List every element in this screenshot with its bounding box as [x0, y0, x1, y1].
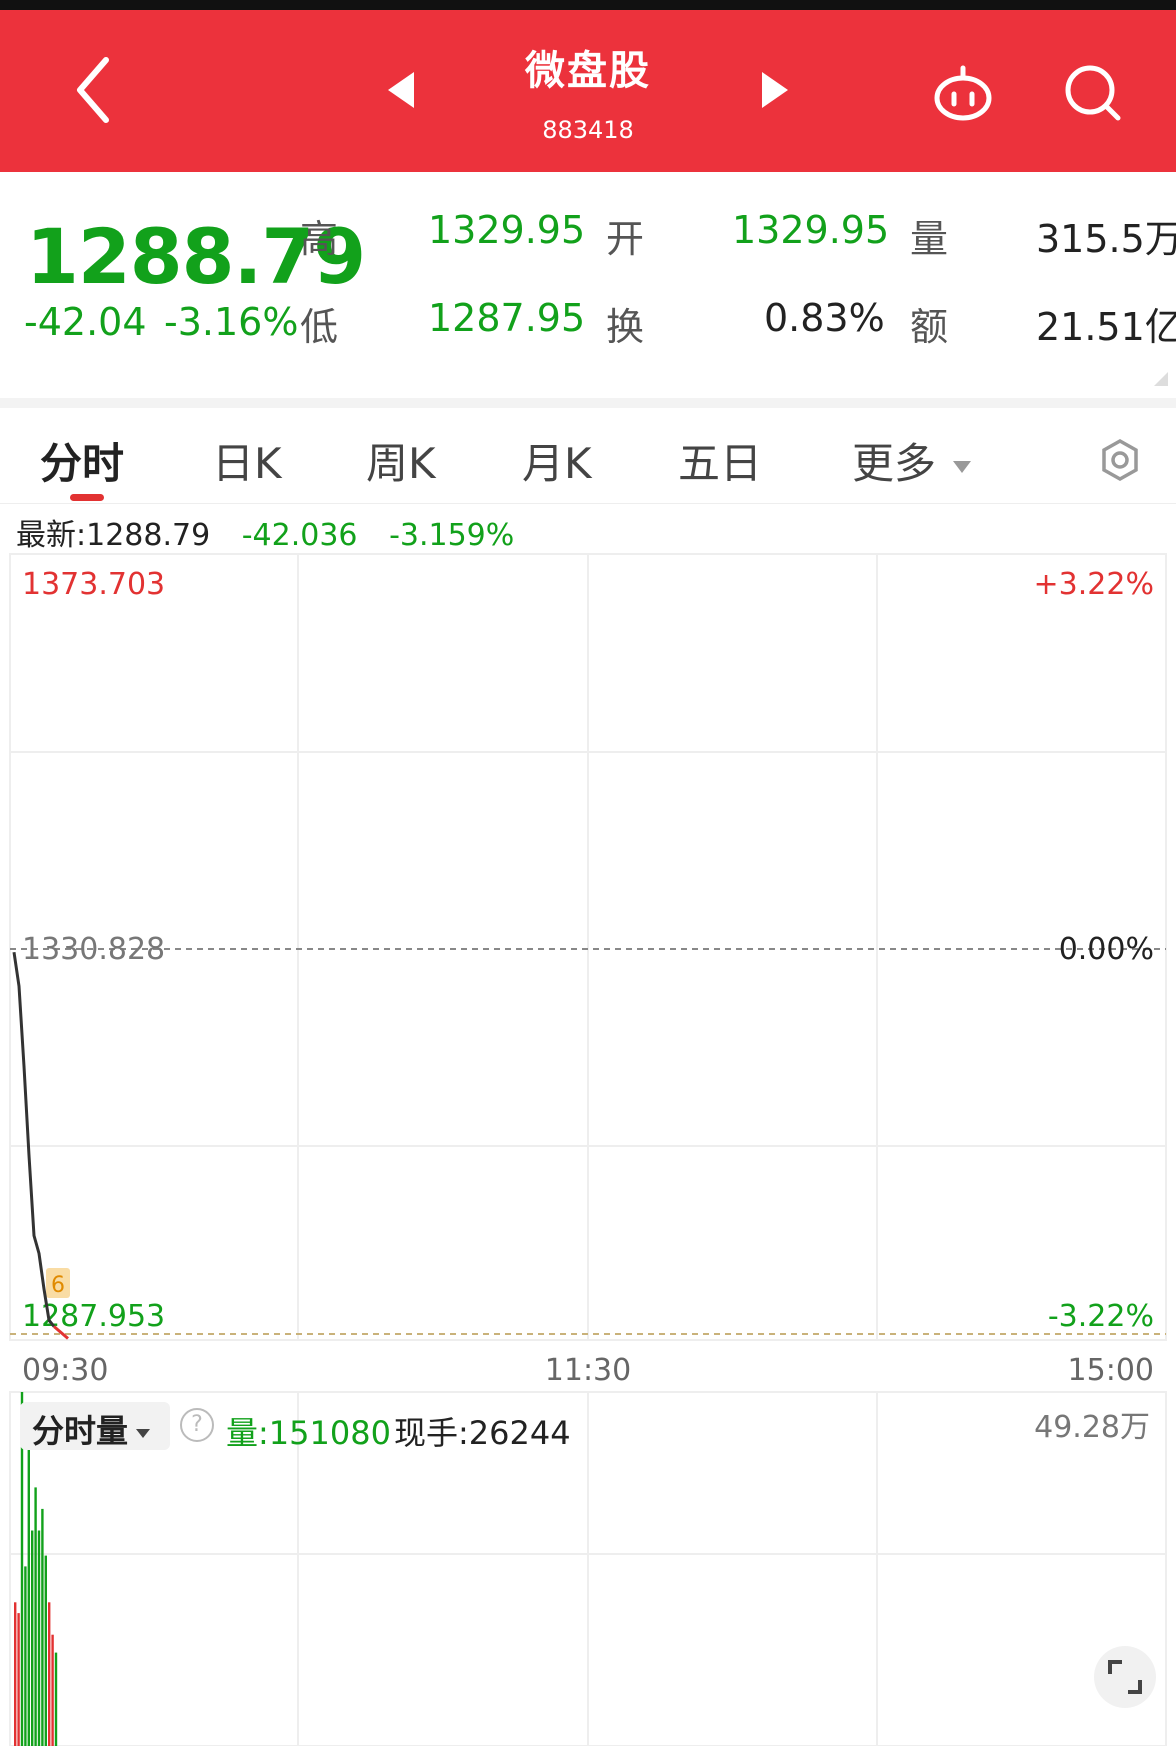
- x-label-mid: 11:30: [545, 1353, 631, 1388]
- volume-value: 315.5万: [1036, 217, 1176, 261]
- volume-type-select[interactable]: 分时量: [20, 1402, 170, 1450]
- volume-bar: [51, 1634, 54, 1746]
- high-label: 高: [300, 217, 339, 261]
- low-value: 1287.95: [428, 296, 586, 340]
- turnover-label: 换: [606, 305, 645, 349]
- page-title: 微盘股: [525, 48, 651, 94]
- amount-value: 21.51亿: [1036, 305, 1176, 349]
- volume-hand: 现手:26244: [394, 1414, 571, 1452]
- screen: { "header": { "title": "微盘股", "code": "8…: [0, 0, 1176, 1746]
- stock-code: 883418: [542, 116, 634, 144]
- low-label: 低: [300, 305, 339, 349]
- volume-type-label: 分时量: [32, 1412, 129, 1450]
- period-tabs: 分时 日K 周K 月K 五日 更多: [0, 408, 1176, 504]
- y-label-mid: 1330.828: [22, 932, 165, 967]
- bottom-bar: [0, 1734, 1176, 1746]
- open-label: 开: [606, 217, 645, 261]
- amount-label: 额: [910, 305, 949, 349]
- volume-header: 分时量 ? 量:151080 现手:26244: [20, 1402, 620, 1452]
- latest-change: -42.036: [241, 518, 358, 553]
- divider: [0, 398, 1176, 408]
- pct-label-top: +3.22%: [1034, 567, 1154, 602]
- tab-intraday[interactable]: 分时: [40, 430, 124, 491]
- latest-price: 最新:1288.79: [16, 518, 211, 553]
- quote-panel: 1288.79 -42.04 -3.16% 高 低 1329.95 1287.9…: [0, 172, 1176, 398]
- volume-bar: [31, 1530, 34, 1746]
- latest-info-row: 最新:1288.79 -42.036 -3.159%: [16, 510, 536, 554]
- volume-bar: [24, 1566, 27, 1746]
- volume-bar: [44, 1555, 47, 1746]
- volume-current: 量:151080: [226, 1414, 391, 1452]
- tab-more-label: 更多: [852, 439, 937, 488]
- x-label-close: 15:00: [1068, 1353, 1154, 1388]
- y-label-bottom: 1287.953: [22, 1299, 165, 1334]
- active-tab-indicator: [70, 494, 104, 501]
- robot-icon[interactable]: [930, 60, 996, 126]
- help-icon[interactable]: ?: [180, 1408, 214, 1442]
- pct-label-bottom: -3.22%: [1048, 1299, 1154, 1334]
- tab-more[interactable]: 更多: [852, 430, 972, 491]
- high-value: 1329.95: [428, 208, 586, 252]
- price-change: -42.04: [24, 300, 147, 344]
- volume-label: 量: [910, 217, 949, 261]
- search-icon[interactable]: [1062, 62, 1124, 124]
- tab-month-k[interactable]: 月K: [522, 430, 592, 491]
- app-header: 微盘股 883418: [0, 10, 1176, 172]
- pct-label-mid: 0.00%: [1059, 932, 1154, 967]
- fullscreen-icon: [1108, 1660, 1142, 1694]
- volume-bar: [41, 1508, 44, 1746]
- tab-day-k[interactable]: 日K: [212, 430, 282, 491]
- fullscreen-button[interactable]: [1094, 1646, 1156, 1708]
- x-label-open: 09:30: [22, 1353, 108, 1388]
- open-value: 1329.95: [732, 208, 890, 252]
- volume-bar: [27, 1444, 30, 1746]
- tab-five-day[interactable]: 五日: [678, 430, 762, 491]
- volume-bar: [37, 1530, 41, 1746]
- turnover-value: 0.83%: [764, 296, 885, 340]
- tab-week-k[interactable]: 周K: [366, 430, 436, 491]
- volume-max-label: 49.28万: [1034, 1410, 1150, 1445]
- volume-bar: [48, 1602, 51, 1746]
- event-marker-label: 6: [51, 1273, 65, 1298]
- caret-down-icon: [136, 1428, 151, 1438]
- price-change-pct: -3.16%: [164, 300, 299, 344]
- y-label-top: 1373.703: [22, 567, 165, 602]
- volume-bar: [14, 1602, 17, 1746]
- next-stock-icon[interactable]: [756, 68, 796, 112]
- intraday-chart[interactable]: 1373.703 +3.22% 1330.828 0.00% 1287.953 …: [0, 550, 1176, 1746]
- latest-change-pct: -3.159%: [389, 518, 515, 553]
- status-bar: [0, 0, 1176, 10]
- volume-bar: [54, 1652, 58, 1746]
- caret-down-icon: [953, 460, 972, 473]
- expand-corner-icon[interactable]: [1154, 372, 1168, 386]
- settings-icon[interactable]: [1098, 438, 1142, 482]
- volume-bar: [34, 1487, 37, 1746]
- volume-bar: [17, 1613, 20, 1746]
